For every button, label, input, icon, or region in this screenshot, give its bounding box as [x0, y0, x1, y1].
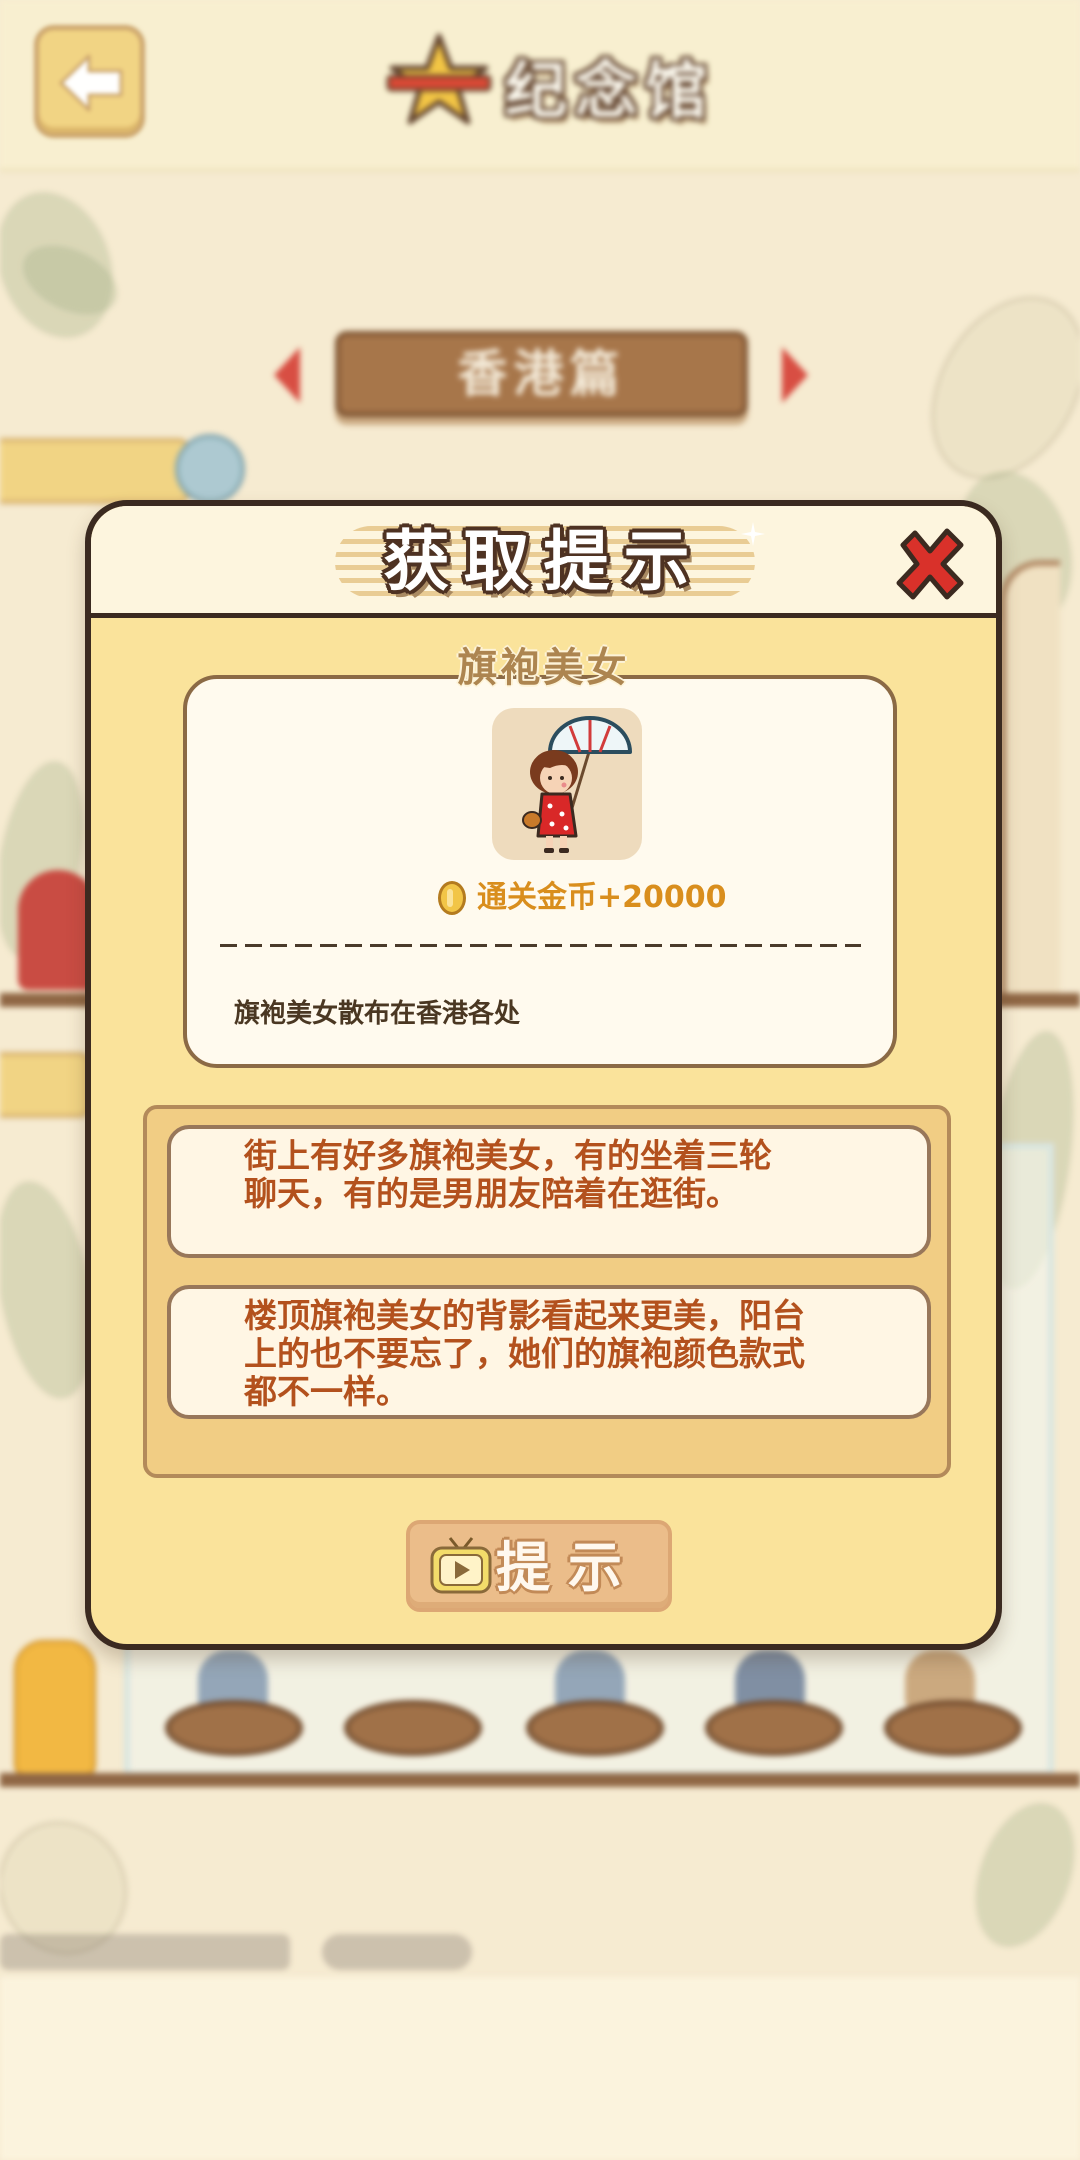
hint-text-line: 都不一样。	[244, 1372, 409, 1411]
hint-text-line: 聊天，有的是男朋友陪着在逛街。	[244, 1174, 739, 1213]
qipao-woman-icon	[522, 716, 632, 853]
coin-icon	[438, 881, 466, 915]
hint-dialog: 获取提示 旗袍美女 通关金币+20000 旗袍美女散布在香港各处 街上有好多旗袍…	[85, 500, 1002, 1650]
hint-text-line: 街上有好多旗袍美女，有的坐着三轮	[244, 1136, 772, 1175]
close-button[interactable]	[889, 523, 971, 605]
hint-button-label: 提示	[496, 1536, 640, 1599]
hint-card: 街上有好多旗袍美女，有的坐着三轮 聊天，有的是男朋友陪着在逛街。	[167, 1125, 931, 1258]
item-name: 旗袍美女	[457, 645, 630, 691]
hint-text-line: 楼顶旗袍美女的背影看起来更美，阳台	[244, 1296, 805, 1335]
reward-text: 通关金币+20000	[477, 880, 727, 915]
hint-button[interactable]: 提示	[406, 1520, 672, 1612]
item-icon-box	[492, 708, 642, 860]
dialog-title: 获取提示	[383, 523, 704, 600]
close-icon	[896, 528, 964, 600]
hint-text-line: 上的也不要忘了，她们的旗袍颜色款式	[244, 1334, 805, 1373]
sparkle-icon	[741, 522, 765, 550]
item-description: 旗袍美女散布在香港各处	[234, 999, 521, 1029]
hint-card: 楼顶旗袍美女的背影看起来更美，阳台 上的也不要忘了，她们的旗袍颜色款式 都不一样…	[167, 1285, 931, 1419]
video-tv-icon	[428, 1534, 494, 1602]
divider	[220, 944, 861, 947]
